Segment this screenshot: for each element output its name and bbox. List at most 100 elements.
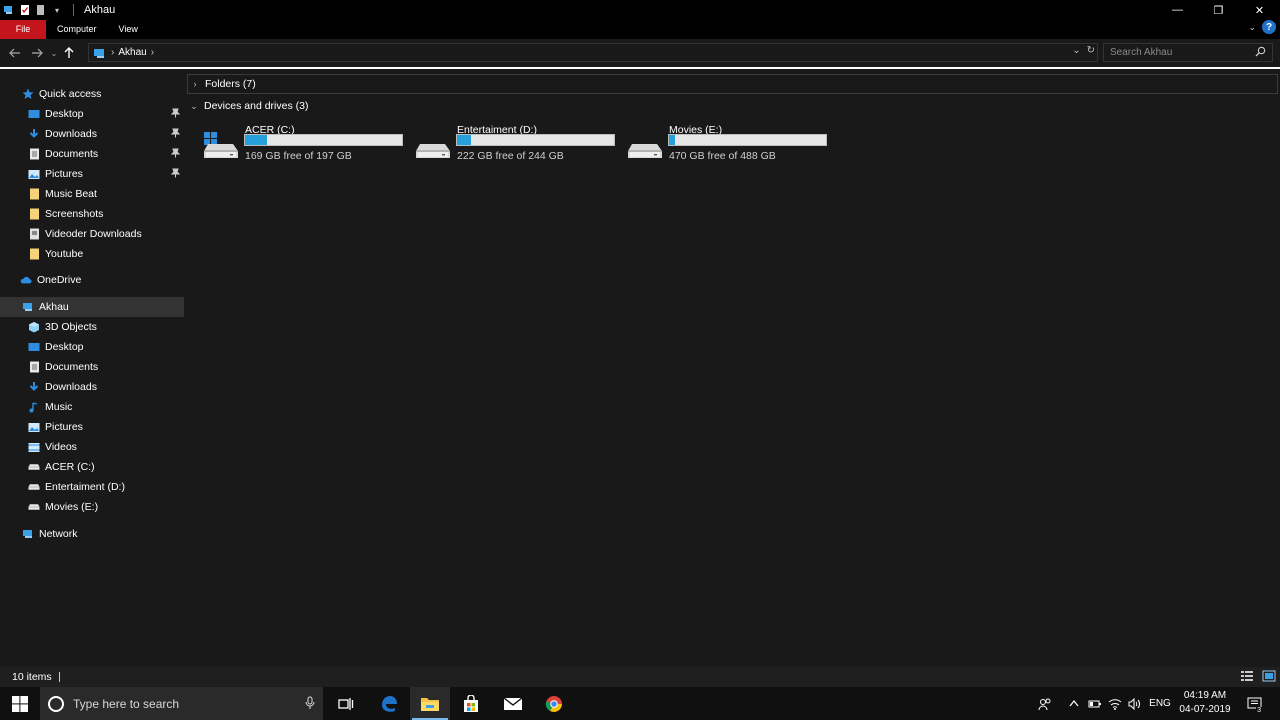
folder-icon [28,188,40,200]
drive-tile[interactable]: ACER (C:) 169 GB free of 197 GB [202,124,406,164]
sidebar-item-pc-3d-objects[interactable]: 3D Objects [0,317,184,337]
up-button[interactable] [60,42,78,64]
nav-label: OneDrive [37,274,82,286]
sidebar-item-screenshots[interactable]: Screenshots [0,204,184,224]
navigation-bar: ⌄ › Akhau › ⌄ ↻ Search Akhau [0,40,1280,66]
pin-icon[interactable] [170,148,181,161]
volume-icon [1128,697,1140,710]
nav-label: Akhau [39,301,69,313]
taskbar-file-explorer[interactable] [410,687,450,720]
sidebar-item-music-beat[interactable]: Music Beat [0,184,184,204]
computer-app-icon[interactable] [3,4,15,16]
sidebar-item-pc-videos[interactable]: Videos [0,437,184,457]
taskbar-edge[interactable] [369,687,409,720]
sidebar-item-pc-movies-e-[interactable]: Movies (E:) [0,497,184,517]
taskbar-search-input[interactable]: Type here to search [40,687,323,720]
customize-dropdown-icon[interactable]: ▾ [51,4,63,16]
ribbon-right-controls: ⌄ ? [1248,20,1276,34]
group-label: Devices and drives (3) [204,100,309,112]
people-button[interactable] [1034,687,1056,720]
nav-quick-access[interactable]: Quick access [0,84,184,104]
show-hidden-icons-button[interactable] [1066,687,1082,720]
taskbar-mail[interactable] [493,687,533,720]
address-bar[interactable]: › Akhau › ⌄ ↻ [88,43,1098,62]
details-view-icon[interactable] [1240,670,1254,685]
pin-icon[interactable] [170,168,181,181]
nav-label: Network [39,528,78,540]
nav-network[interactable]: Network [0,524,184,544]
group-header-folders[interactable]: › Folders (7) [187,74,1278,94]
sidebar-item-pc-music[interactable]: Music [0,397,184,417]
close-button[interactable]: ✕ [1239,0,1280,20]
wifi-button[interactable] [1106,687,1124,720]
refresh-icon[interactable]: ↻ [1087,45,1095,56]
sidebar-item-pc-entertaiment-d-[interactable]: Entertaiment (D:) [0,477,184,497]
nav-label: Music Beat [45,188,97,200]
sidebar-item-videoder-downloads[interactable]: Videoder Downloads [0,224,184,244]
nav-label: Pictures [45,168,83,180]
taskbar-store[interactable] [451,687,491,720]
breadcrumb-akhau[interactable]: Akhau [118,47,146,58]
sidebar-item-downloads[interactable]: Downloads [0,124,184,144]
pin-icon[interactable] [170,108,181,121]
battery-button[interactable] [1086,687,1104,720]
expand-ribbon-icon[interactable]: ⌄ [1248,22,1256,33]
search-placeholder: Search Akhau [1110,47,1173,58]
sidebar-item-pc-documents[interactable]: Documents [0,357,184,377]
nav-onedrive[interactable]: OneDrive [0,270,184,290]
taskbar-chrome[interactable] [534,687,574,720]
restore-button[interactable]: ❐ [1198,0,1239,20]
forward-button[interactable] [26,42,48,64]
volume-button[interactable] [1126,687,1144,720]
sidebar-item-pictures[interactable]: Pictures [0,164,184,184]
sidebar-item-pc-pictures[interactable]: Pictures [0,417,184,437]
sidebar-item-pc-desktop[interactable]: Desktop [0,337,184,357]
taskbar-search-placeholder: Type here to search [73,696,180,711]
drive-free-space: 169 GB free of 197 GB [245,150,352,162]
tab-computer[interactable]: Computer [46,20,108,39]
sidebar-item-pc-downloads[interactable]: Downloads [0,377,184,397]
back-button[interactable] [4,42,26,64]
desktop-icon [28,108,40,120]
file-explorer-icon [421,697,439,711]
nav-label: Documents [45,361,99,373]
chevron-down-icon: ⌄ [190,100,198,111]
cortana-icon [48,695,64,712]
chevron-right-icon: › [193,79,197,89]
tab-file[interactable]: File [0,19,46,39]
item-count: 10 items [12,671,52,683]
breadcrumb-chevron-icon[interactable]: › [151,47,154,58]
large-icons-view-icon[interactable] [1262,670,1276,685]
task-view-button[interactable] [326,687,366,720]
clock[interactable]: 04:19 AM 04-07-2019 [1176,689,1234,717]
new-folder-icon[interactable] [35,4,47,16]
drive-tile[interactable]: Entertaiment (D:) 222 GB free of 244 GB [414,124,618,164]
nav-this-pc[interactable]: Akhau [0,297,184,317]
minimize-button[interactable]: — [1157,0,1198,20]
sidebar-item-desktop[interactable]: Desktop [0,104,184,124]
breadcrumb-chevron-icon[interactable]: › [111,47,114,58]
pin-icon[interactable] [170,128,181,141]
sidebar-item-documents[interactable]: Documents [0,144,184,164]
address-dropdown-icon[interactable]: ⌄ [1072,45,1080,56]
search-input[interactable]: Search Akhau [1103,43,1273,62]
action-center-button[interactable]: 3 [1242,687,1268,720]
sidebar-item-pc-acer-c-[interactable]: ACER (C:) [0,457,184,477]
group-header-devices[interactable]: ⌄ Devices and drives (3) [187,96,308,116]
3d-objects-icon [28,321,40,333]
windows-drive-icon [202,130,240,160]
clock-date: 04-07-2019 [1179,704,1231,715]
start-button[interactable] [0,687,40,720]
drive-tile[interactable]: Movies (E:) 470 GB free of 488 GB [626,124,830,164]
language-indicator[interactable]: ENG [1148,687,1172,720]
people-icon [1038,698,1051,710]
properties-icon[interactable] [19,4,31,16]
nav-label: 3D Objects [45,321,97,333]
sidebar-item-youtube[interactable]: Youtube [0,244,184,264]
tab-view[interactable]: View [108,20,149,39]
help-icon[interactable]: ? [1262,20,1276,34]
status-separator [58,672,60,682]
task-view-icon [338,697,354,710]
recent-locations-button[interactable]: ⌄ [48,42,60,64]
folder-icon [28,248,40,260]
